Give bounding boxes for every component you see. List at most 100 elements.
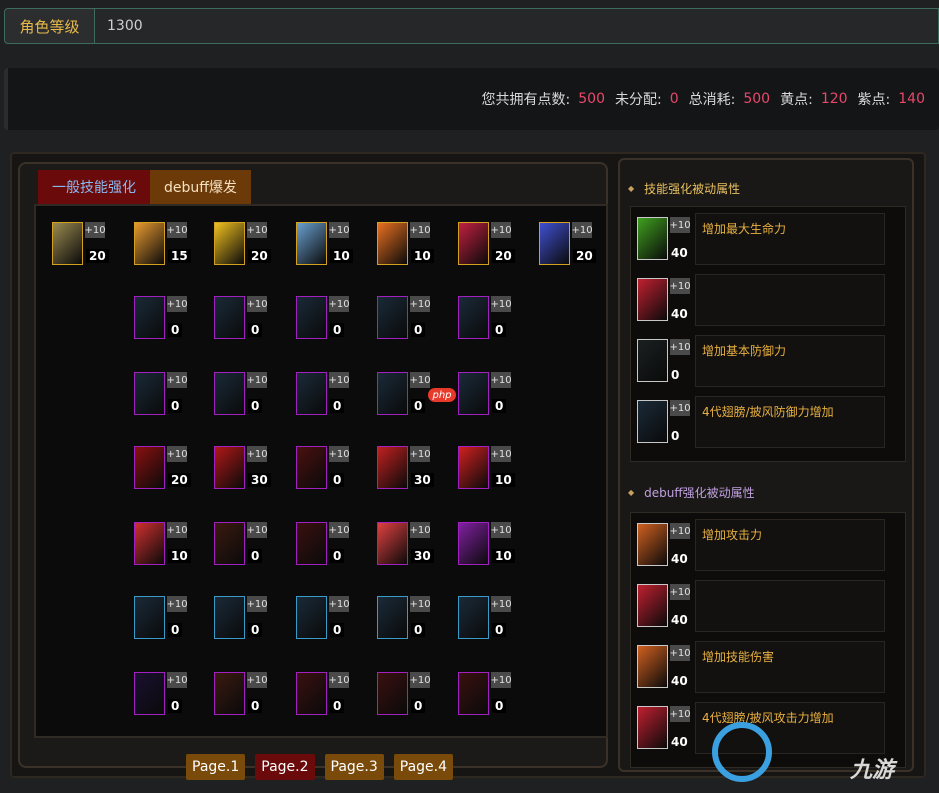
character-level-input[interactable]: 1300 bbox=[94, 8, 939, 44]
page-3-button[interactable]: Page.3 bbox=[324, 754, 384, 780]
skill-cell[interactable]: +10 0 bbox=[134, 296, 204, 346]
skill-cell[interactable]: +10 10 bbox=[458, 446, 528, 496]
plus-ten-badge[interactable]: +10 bbox=[669, 706, 691, 722]
passive-icon[interactable] bbox=[637, 278, 668, 321]
skill-icon[interactable] bbox=[458, 596, 489, 639]
passive-icon[interactable] bbox=[637, 523, 668, 566]
plus-ten-badge[interactable]: +10 bbox=[409, 596, 431, 612]
skill-cell[interactable]: +10 0 bbox=[214, 296, 284, 346]
skill-icon[interactable] bbox=[296, 446, 327, 489]
skill-cell[interactable]: +10 0 bbox=[458, 596, 528, 646]
skill-icon[interactable] bbox=[377, 446, 408, 489]
skill-icon[interactable] bbox=[134, 372, 165, 415]
plus-ten-badge[interactable]: +10 bbox=[490, 372, 512, 388]
page-4-button[interactable]: Page.4 bbox=[393, 754, 453, 780]
skill-cell[interactable]: +10 0 bbox=[377, 596, 447, 646]
plus-ten-badge[interactable]: +10 bbox=[409, 522, 431, 538]
skill-cell[interactable]: +10 30 bbox=[214, 446, 284, 496]
skill-icon[interactable] bbox=[296, 222, 327, 265]
skill-cell[interactable]: +10 0 bbox=[214, 522, 284, 572]
passive-icon[interactable] bbox=[637, 339, 668, 382]
plus-ten-badge[interactable]: +10 bbox=[490, 672, 512, 688]
plus-ten-badge[interactable]: +10 bbox=[246, 372, 268, 388]
plus-ten-badge[interactable]: +10 bbox=[166, 222, 188, 238]
skill-cell[interactable]: +10 0 bbox=[296, 522, 366, 572]
plus-ten-badge[interactable]: +10 bbox=[166, 596, 188, 612]
skill-cell[interactable]: +10 0 bbox=[214, 372, 284, 422]
skill-cell[interactable]: +10 0 bbox=[134, 672, 204, 722]
skill-icon[interactable] bbox=[377, 596, 408, 639]
skill-cell[interactable]: +10 0 bbox=[377, 672, 447, 722]
skill-cell[interactable]: +10 0 bbox=[296, 596, 366, 646]
skill-icon[interactable] bbox=[214, 522, 245, 565]
plus-ten-badge[interactable]: +10 bbox=[246, 522, 268, 538]
skill-icon[interactable] bbox=[458, 296, 489, 339]
skill-icon[interactable] bbox=[296, 372, 327, 415]
plus-ten-badge[interactable]: +10 bbox=[246, 672, 268, 688]
plus-ten-badge[interactable]: +10 bbox=[409, 372, 431, 388]
skill-cell[interactable]: +10 30 bbox=[377, 522, 447, 572]
plus-ten-badge[interactable]: +10 bbox=[84, 222, 106, 238]
skill-icon[interactable] bbox=[214, 296, 245, 339]
skill-cell[interactable]: +10 30 bbox=[377, 446, 447, 496]
plus-ten-badge[interactable]: +10 bbox=[328, 222, 350, 238]
skill-cell[interactable]: +10 10 bbox=[296, 222, 366, 272]
plus-ten-badge[interactable]: +10 bbox=[328, 672, 350, 688]
skill-icon[interactable] bbox=[134, 446, 165, 489]
skill-icon[interactable] bbox=[296, 672, 327, 715]
skill-icon[interactable] bbox=[458, 672, 489, 715]
skill-icon[interactable] bbox=[458, 522, 489, 565]
skill-icon[interactable] bbox=[458, 222, 489, 265]
skill-icon[interactable] bbox=[214, 222, 245, 265]
skill-cell[interactable]: +10 0 bbox=[458, 296, 528, 346]
plus-ten-badge[interactable]: +10 bbox=[246, 296, 268, 312]
skill-icon[interactable] bbox=[134, 596, 165, 639]
passive-icon[interactable] bbox=[637, 217, 668, 260]
skill-cell[interactable]: +10 0 bbox=[134, 372, 204, 422]
skill-cell[interactable]: +10 0 bbox=[458, 672, 528, 722]
skill-icon[interactable] bbox=[134, 672, 165, 715]
page-1-button[interactable]: Page.1 bbox=[186, 754, 246, 780]
plus-ten-badge[interactable]: +10 bbox=[328, 596, 350, 612]
passive-icon[interactable] bbox=[637, 645, 668, 688]
skill-icon[interactable] bbox=[377, 522, 408, 565]
skill-cell[interactable]: +10 10 bbox=[458, 522, 528, 572]
plus-ten-badge[interactable]: +10 bbox=[328, 372, 350, 388]
plus-ten-badge[interactable]: +10 bbox=[669, 339, 691, 355]
skill-cell[interactable]: +10 0 bbox=[296, 372, 366, 422]
skill-icon[interactable] bbox=[214, 372, 245, 415]
plus-ten-badge[interactable]: +10 bbox=[669, 217, 691, 233]
skill-cell[interactable]: +10 20 bbox=[458, 222, 528, 272]
passive-icon[interactable] bbox=[637, 706, 668, 749]
plus-ten-badge[interactable]: +10 bbox=[409, 672, 431, 688]
plus-ten-badge[interactable]: +10 bbox=[669, 645, 691, 661]
plus-ten-badge[interactable]: +10 bbox=[409, 296, 431, 312]
skill-cell[interactable]: +10 0 bbox=[296, 672, 366, 722]
plus-ten-badge[interactable]: +10 bbox=[166, 672, 188, 688]
skill-cell[interactable]: +10 20 bbox=[214, 222, 284, 272]
skill-icon[interactable] bbox=[458, 446, 489, 489]
passive-icon[interactable] bbox=[637, 400, 668, 443]
skill-icon[interactable] bbox=[214, 596, 245, 639]
tab-debuff[interactable]: debuff爆发 bbox=[150, 170, 251, 204]
plus-ten-badge[interactable]: +10 bbox=[669, 400, 691, 416]
plus-ten-badge[interactable]: +10 bbox=[166, 446, 188, 462]
plus-ten-badge[interactable]: +10 bbox=[490, 596, 512, 612]
skill-cell[interactable]: +10 0 bbox=[214, 596, 284, 646]
skill-cell[interactable]: +10 0 bbox=[296, 446, 366, 496]
plus-ten-badge[interactable]: +10 bbox=[490, 446, 512, 462]
plus-ten-badge[interactable]: +10 bbox=[166, 372, 188, 388]
skill-cell[interactable]: +10 0 bbox=[296, 296, 366, 346]
skill-icon[interactable] bbox=[296, 522, 327, 565]
skill-cell[interactable]: +10 0 bbox=[134, 596, 204, 646]
tab-general-skill[interactable]: 一般技能强化 bbox=[38, 170, 150, 204]
plus-ten-badge[interactable]: +10 bbox=[328, 446, 350, 462]
plus-ten-badge[interactable]: +10 bbox=[669, 278, 691, 294]
skill-icon[interactable] bbox=[377, 296, 408, 339]
skill-cell[interactable]: +10 20 bbox=[539, 222, 609, 272]
plus-ten-badge[interactable]: +10 bbox=[166, 522, 188, 538]
skill-icon[interactable] bbox=[134, 222, 165, 265]
skill-cell[interactable]: +10 20 bbox=[52, 222, 122, 272]
skill-icon[interactable] bbox=[377, 672, 408, 715]
plus-ten-badge[interactable]: +10 bbox=[246, 446, 268, 462]
